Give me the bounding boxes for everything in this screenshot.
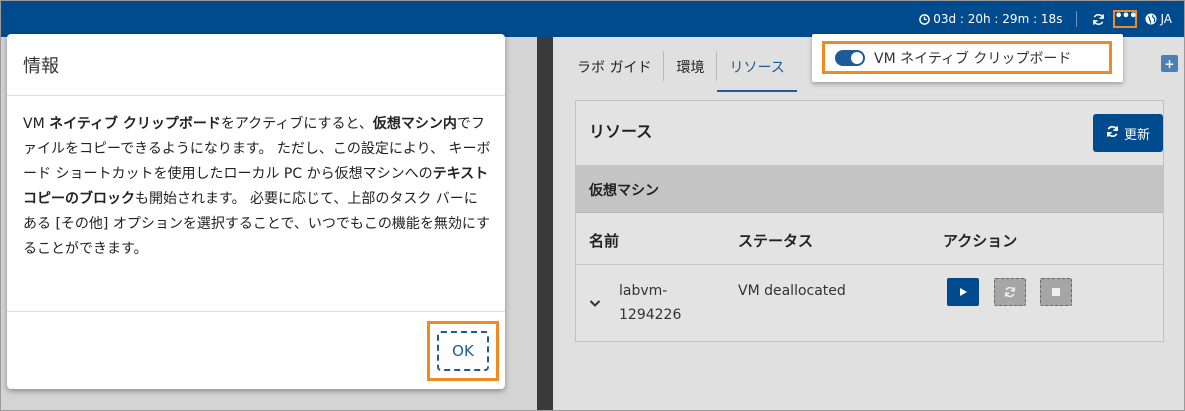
resources-header: リソース 更新 (576, 101, 1163, 166)
stop-vm-button[interactable] (1040, 278, 1072, 306)
body-text: VM (23, 116, 50, 132)
chevron-down-icon[interactable] (589, 294, 601, 307)
vm-status: VM deallocated (738, 283, 846, 299)
vm-section-header: 仮想マシン (576, 166, 1163, 213)
dialog-body: VM ネイティブ クリップボードをアクティブにすると、仮想マシン内でファイルをコ… (7, 96, 505, 312)
body-bold-text: 仮想マシン内 (372, 116, 457, 132)
body-bold-text: ネイティブ クリップボード (49, 116, 221, 132)
start-vm-button[interactable] (947, 278, 979, 306)
split-divider[interactable] (537, 37, 553, 410)
clipboard-toggle[interactable] (835, 49, 865, 66)
tab-environment[interactable]: 環境 (664, 51, 718, 81)
tab-resources[interactable]: リソース (717, 51, 797, 92)
language-selector[interactable]: JA (1145, 12, 1172, 26)
top-bar: 03d : 20h : 29m : 18s ••• JA (1, 1, 1184, 37)
column-name: 名前 (589, 232, 620, 250)
clipboard-label: VM ネイティブ クリップボード (874, 50, 1072, 67)
refresh-button-label: 更新 (1123, 127, 1150, 143)
column-action: アクション (943, 232, 1018, 250)
resources-card: リソース 更新 仮想マシン 名前 ステータス アクション labvm-12942… (575, 100, 1164, 342)
dialog-title: 情報 (7, 34, 505, 96)
clock-icon (919, 13, 931, 25)
body-text: をアクティブにすると、 (220, 116, 373, 132)
vm-name: labvm-1294226 (619, 283, 682, 323)
panel-tabs: ラボ ガイド 環境 リソース (565, 47, 797, 92)
session-timer: 03d : 20h : 29m : 18s (919, 11, 1078, 27)
table-row: labvm-1294226 VM deallocated (576, 265, 1163, 342)
more-options-menu: VM ネイティブ クリップボード (812, 34, 1123, 82)
ok-button[interactable]: OK (437, 331, 489, 371)
table-header: 名前 ステータス アクション (576, 213, 1163, 265)
language-label: JA (1160, 12, 1172, 26)
app-window: 03d : 20h : 29m : 18s ••• JA ラボ ガイド 環境 リ… (0, 0, 1185, 411)
expand-panel-icon[interactable]: + (1161, 55, 1178, 72)
column-status: ステータス (738, 232, 814, 250)
more-options-button[interactable]: ••• (1113, 10, 1138, 28)
menu-item-native-clipboard[interactable]: VM ネイティブ クリップボード (822, 41, 1112, 74)
globe-icon (1145, 13, 1157, 25)
timer-text: 03d : 20h : 29m : 18s (933, 12, 1063, 26)
ok-highlight: OK (427, 321, 499, 381)
resources-title: リソース (589, 122, 653, 141)
info-dialog: 情報 VM ネイティブ クリップボードをアクティブにすると、仮想マシン内でファイ… (7, 34, 505, 389)
stop-icon (1052, 288, 1060, 296)
refresh-icon[interactable] (1091, 12, 1105, 26)
restart-icon (1004, 286, 1016, 298)
refresh-icon (1106, 125, 1119, 142)
restart-vm-button[interactable] (994, 278, 1026, 306)
right-panel: ラボ ガイド 環境 リソース + リソース 更新 仮想マシン 名前 ステータス … (553, 37, 1184, 410)
top-bar-controls: 03d : 20h : 29m : 18s ••• JA (919, 1, 1172, 37)
play-icon (960, 288, 967, 296)
tab-lab-guide[interactable]: ラボ ガイド (565, 51, 665, 81)
refresh-button[interactable]: 更新 (1093, 114, 1163, 152)
